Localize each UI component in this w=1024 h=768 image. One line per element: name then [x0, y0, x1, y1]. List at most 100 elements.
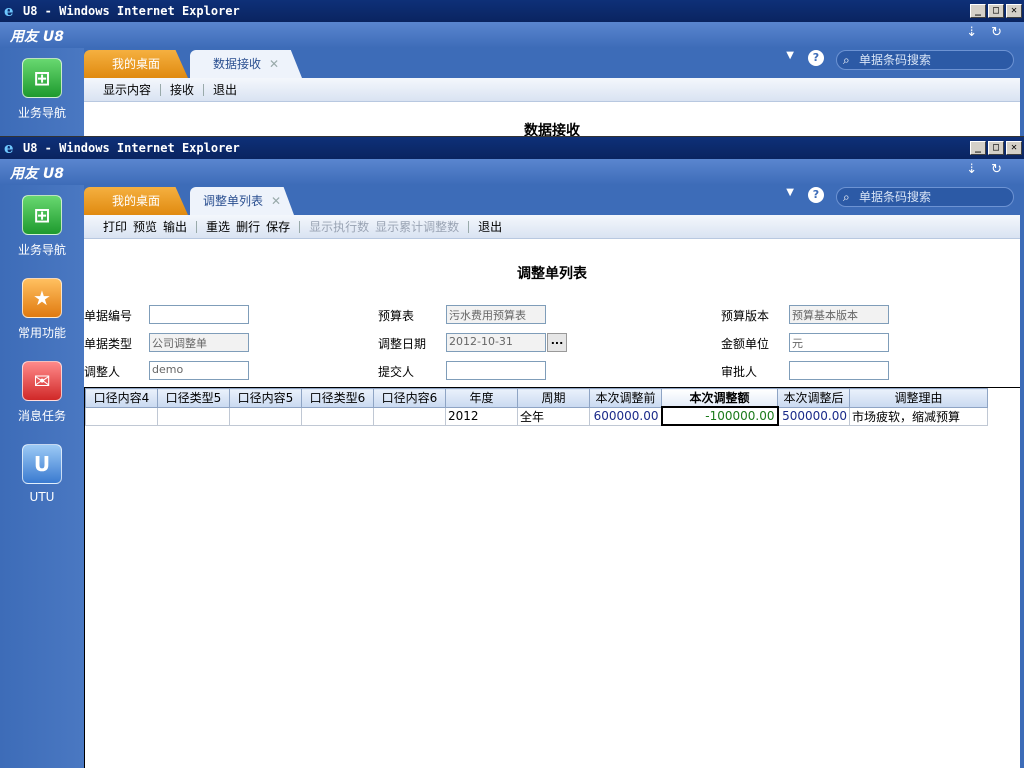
table-cell[interactable] [301, 406, 374, 426]
reselect-button[interactable]: 重选 [203, 218, 233, 235]
approver-field[interactable] [789, 361, 889, 380]
toolbar: 打印 预览 输出 重选 删行 保存 显示执行数 显示累计调整数 退出 [84, 215, 1020, 239]
budget-table-field[interactable]: 污水费用预算表 [446, 305, 546, 324]
column-header[interactable]: 本次调整后 [777, 388, 850, 408]
tab-close-icon[interactable]: ✕ [269, 57, 279, 71]
page-title: 调整单列表 [517, 266, 587, 282]
close-button[interactable]: ✕ [1006, 4, 1022, 18]
ie-icon: e [4, 139, 14, 157]
tab-desktop[interactable]: 我的桌面 [84, 50, 188, 78]
table-cell[interactable]: -100000.00 [660, 406, 779, 426]
envelope-icon: ✉ [22, 361, 62, 401]
table-cell[interactable] [157, 406, 230, 426]
delete-row-button[interactable]: 删行 [233, 218, 263, 235]
nav-messages[interactable]: ✉ 消息任务 [0, 361, 84, 424]
sidebar: ⊞ 业务导航 ★ 常用功能 ✉ 消息任务 U UTU [0, 185, 84, 768]
show-cumulative-button[interactable]: 显示累计调整数 [372, 218, 462, 235]
window-title: U8 - Windows Internet Explorer [23, 4, 240, 18]
adjust-date-field[interactable]: 2012-10-31 [446, 333, 546, 352]
submitter-field[interactable] [446, 361, 546, 380]
table-cell[interactable]: 500000.00 [777, 406, 850, 426]
table-cell[interactable] [373, 406, 446, 426]
budget-table-label: 预算表 [378, 309, 415, 323]
window-title: U8 - Windows Internet Explorer [23, 141, 240, 155]
collapse-icon[interactable]: ⇣ [966, 25, 977, 40]
table-cell[interactable]: 市场疲软，缩减预算 [849, 406, 988, 426]
column-header[interactable]: 口径内容4 [85, 388, 158, 408]
amount-unit-label: 金额单位 [721, 337, 770, 351]
table-cell[interactable] [85, 406, 158, 426]
column-header[interactable]: 口径类型5 [157, 388, 230, 408]
star-icon: ★ [22, 278, 62, 318]
adjuster-field[interactable]: demo [149, 361, 249, 380]
show-content-button[interactable]: 显示内容 [100, 81, 154, 98]
table-cell[interactable]: 2012 [445, 406, 518, 426]
adjust-date-label: 调整日期 [378, 337, 427, 351]
tab-desktop[interactable]: 我的桌面 [84, 187, 188, 215]
column-header[interactable]: 年度 [445, 388, 518, 408]
minimize-button[interactable]: _ [970, 4, 986, 18]
preview-button[interactable]: 预览 [130, 218, 160, 235]
window-adjust-list: e U8 - Windows Internet Explorer _ □ ✕ 用… [0, 136, 1024, 768]
toolbar: 显示内容 接收 退出 [84, 78, 1020, 102]
title-bar: e U8 - Windows Internet Explorer _ □ ✕ [0, 0, 1024, 22]
page-title: 数据接收 [524, 123, 580, 136]
amount-unit-field[interactable]: 元 [789, 333, 889, 352]
table-cell[interactable]: 全年 [517, 406, 590, 426]
nav-common[interactable]: ★ 常用功能 [0, 278, 84, 341]
doc-type-field[interactable]: 公司调整单 [149, 333, 249, 352]
dropdown-icon[interactable]: ▼ [786, 50, 794, 61]
close-button[interactable]: ✕ [1006, 141, 1022, 155]
exit-button[interactable]: 退出 [210, 81, 240, 98]
column-header[interactable]: 口径内容5 [229, 388, 302, 408]
nav-utu[interactable]: U UTU [0, 444, 84, 504]
tab-data-receive[interactable]: 数据接收 ✕ [190, 50, 302, 78]
receive-button[interactable]: 接收 [167, 81, 197, 98]
help-icon[interactable]: ? [808, 50, 824, 66]
adjustment-grid: 口径内容4 口径类型5 口径内容5 口径类型6 口径内容6 年度 周期 本次调整前 本次调整额本… [84, 387, 1020, 768]
maximize-button[interactable]: □ [988, 141, 1004, 155]
table-cell[interactable]: 600000.00 [589, 406, 662, 426]
business-nav-icon: ⊞ [22, 195, 62, 235]
barcode-search-input[interactable]: ⌕ 单据条码搜索 [836, 187, 1014, 207]
doc-no-field[interactable] [149, 305, 249, 324]
collapse-icon[interactable]: ⇣ [966, 162, 977, 177]
maximize-button[interactable]: □ [988, 4, 1004, 18]
ie-icon: e [4, 2, 14, 20]
print-button[interactable]: 打印 [100, 218, 130, 235]
column-header[interactable]: 调整理由 [849, 388, 988, 408]
submitter-label: 提交人 [378, 365, 415, 379]
business-nav-icon: ⊞ [22, 58, 62, 98]
approver-label: 审批人 [721, 365, 758, 379]
exit-button[interactable]: 退出 [475, 218, 505, 235]
table-row[interactable]: 2012 全年 600000.00 -100000.00 500000.00 市场疲软，缩… [85, 406, 988, 426]
date-picker-button[interactable]: ... [547, 333, 567, 352]
column-header[interactable]: 本次调整前 [589, 388, 662, 408]
column-header[interactable]: 本次调整额 [661, 388, 778, 408]
barcode-search-input[interactable]: ⌕ 单据条码搜索 [836, 50, 1014, 70]
nav-business[interactable]: ⊞ 业务导航 [0, 195, 84, 258]
tab-adjust-list[interactable]: 调整单列表 ✕ [190, 187, 294, 215]
help-icon[interactable]: ? [808, 187, 824, 203]
doc-type-label: 单据类型 [84, 337, 133, 351]
refresh-icon[interactable]: ↻ [991, 162, 1002, 177]
column-header[interactable]: 口径内容6 [373, 388, 446, 408]
title-bar: e U8 - Windows Internet Explorer _ □ ✕ [0, 137, 1024, 159]
doc-no-label: 单据编号 [84, 309, 133, 323]
budget-version-label: 预算版本 [721, 309, 770, 323]
budget-version-field[interactable]: 预算基本版本 [789, 305, 889, 324]
dropdown-icon[interactable]: ▼ [786, 187, 794, 198]
output-button[interactable]: 输出 [160, 218, 190, 235]
show-exec-button[interactable]: 显示执行数 [306, 218, 372, 235]
table-cell[interactable] [229, 406, 302, 426]
nav-business[interactable]: ⊞ 业务导航 [0, 58, 84, 121]
app-header: 用友 U8 ⇣ ↻ [0, 22, 1024, 48]
sidebar: ⊞ 业务导航 [0, 48, 84, 136]
tab-close-icon[interactable]: ✕ [271, 194, 281, 208]
column-header[interactable]: 周期 [517, 388, 590, 408]
column-header[interactable]: 口径类型6 [301, 388, 374, 408]
save-button[interactable]: 保存 [263, 218, 293, 235]
app-header: 用友 U8 ⇣ ↻ [0, 159, 1024, 185]
minimize-button[interactable]: _ [970, 141, 986, 155]
refresh-icon[interactable]: ↻ [991, 25, 1002, 40]
